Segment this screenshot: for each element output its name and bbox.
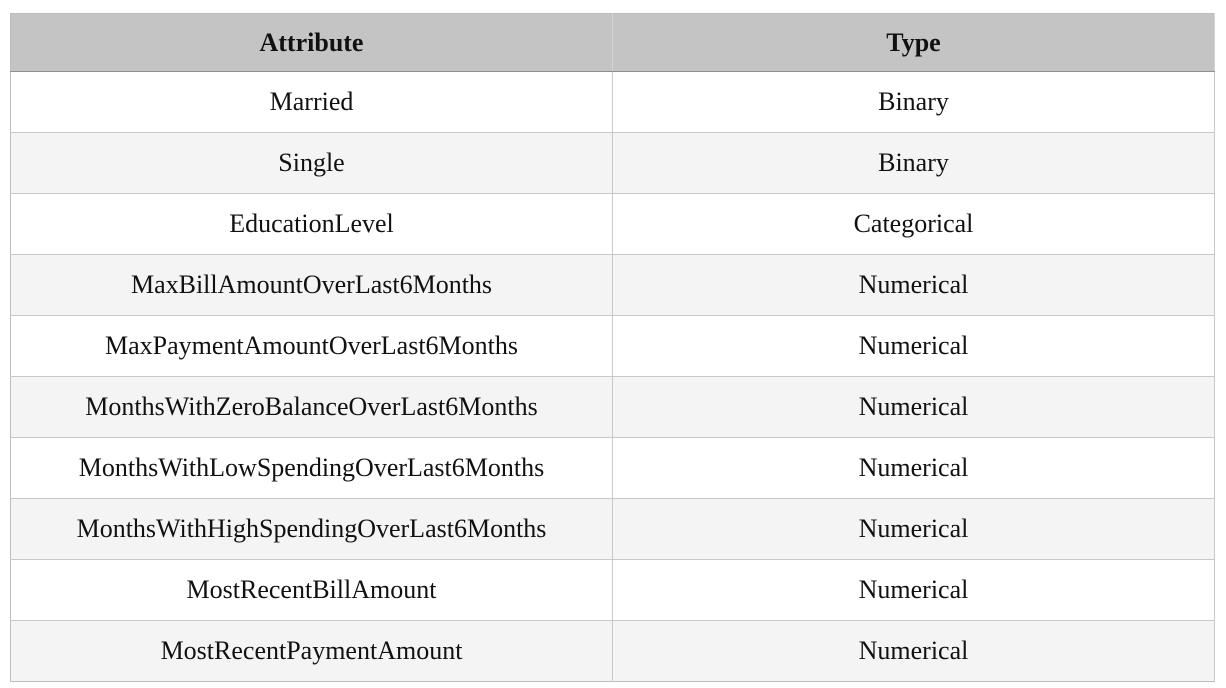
table-row: MaxBillAmountOverLast6Months Numerical	[10, 254, 1215, 316]
cell-type: Numerical	[612, 315, 1215, 377]
cell-attribute: Single	[10, 132, 613, 194]
cell-attribute: EducationLevel	[10, 193, 613, 255]
table-row: Married Binary	[10, 71, 1215, 133]
table-row: MonthsWithZeroBalanceOverLast6Months Num…	[10, 376, 1215, 438]
cell-type: Numerical	[612, 254, 1215, 316]
cell-attribute: MonthsWithHighSpendingOverLast6Months	[10, 498, 613, 560]
cell-attribute: MonthsWithLowSpendingOverLast6Months	[10, 437, 613, 499]
cell-attribute: MaxBillAmountOverLast6Months	[10, 254, 613, 316]
cell-type: Numerical	[612, 376, 1215, 438]
cell-type: Binary	[612, 132, 1215, 194]
table-row: MonthsWithLowSpendingOverLast6Months Num…	[10, 437, 1215, 499]
cell-type: Categorical	[612, 193, 1215, 255]
cell-type: Numerical	[612, 498, 1215, 560]
table-header: Attribute Type	[10, 13, 1215, 72]
cell-type: Numerical	[612, 437, 1215, 499]
cell-attribute: MostRecentBillAmount	[10, 559, 613, 621]
table-row: Single Binary	[10, 132, 1215, 194]
cell-attribute: MonthsWithZeroBalanceOverLast6Months	[10, 376, 613, 438]
cell-attribute: MaxPaymentAmountOverLast6Months	[10, 315, 613, 377]
table-row: MostRecentPaymentAmount Numerical	[10, 620, 1215, 682]
table-body: Married Binary Single Binary EducationLe…	[10, 71, 1215, 682]
table-row: EducationLevel Categorical	[10, 193, 1215, 255]
cell-type: Binary	[612, 71, 1215, 133]
header-type: Type	[612, 13, 1215, 72]
cell-attribute: MostRecentPaymentAmount	[10, 620, 613, 682]
header-attribute: Attribute	[10, 13, 613, 72]
cell-type: Numerical	[612, 559, 1215, 621]
table-row: MostRecentBillAmount Numerical	[10, 559, 1215, 621]
table-row: MaxPaymentAmountOverLast6Months Numerica…	[10, 315, 1215, 377]
cell-attribute: Married	[10, 71, 613, 133]
attribute-type-table: Attribute Type Married Binary Single Bin…	[10, 13, 1215, 682]
cell-type: Numerical	[612, 620, 1215, 682]
attribute-type-table-container: Attribute Type Married Binary Single Bin…	[10, 13, 1215, 682]
table-row: MonthsWithHighSpendingOverLast6Months Nu…	[10, 498, 1215, 560]
header-row: Attribute Type	[10, 13, 1215, 72]
